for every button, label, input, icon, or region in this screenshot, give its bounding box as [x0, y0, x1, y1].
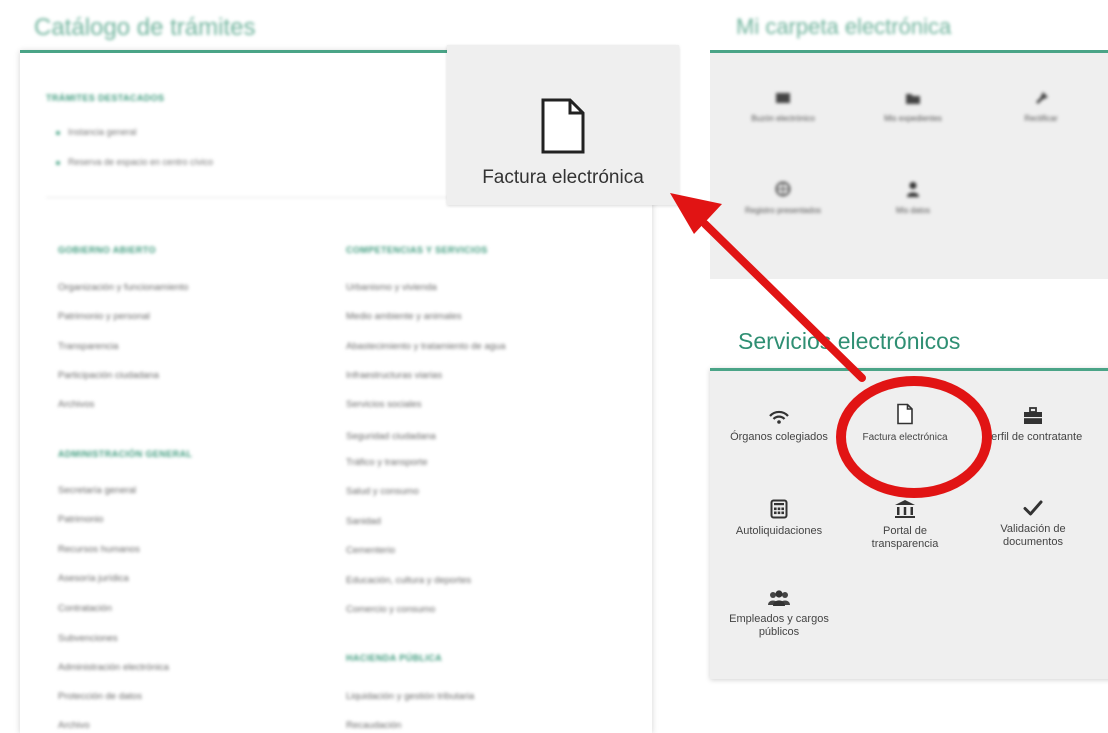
annotation-arrow — [670, 193, 866, 382]
